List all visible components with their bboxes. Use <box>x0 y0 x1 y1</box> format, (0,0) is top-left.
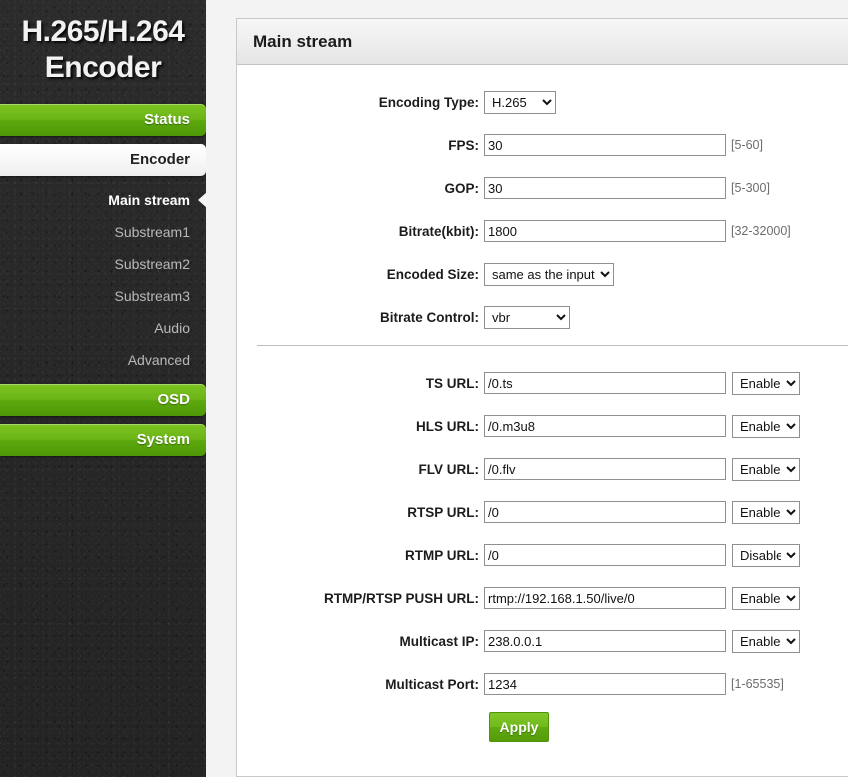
encoded-size-select[interactable]: same as the input <box>484 262 614 286</box>
sidebar-item-main-stream-label: Main stream <box>108 192 190 208</box>
flv-url-state-select[interactable]: Enable <box>732 457 800 481</box>
sidebar-item-audio-label: Audio <box>154 320 190 336</box>
encoder-config-page: H.265/H.264 Encoder Status Encoder Main … <box>0 0 848 777</box>
sidebar-item-osd[interactable]: OSD <box>0 384 206 416</box>
ts-url-label: TS URL: <box>425 375 479 391</box>
bitrate-hint: [32-32000] <box>731 224 791 238</box>
sidebar-item-encoder-label: Encoder <box>129 151 190 168</box>
apply-spacer <box>237 712 489 742</box>
flv-url-label: FLV URL: <box>418 461 480 477</box>
sidebar-item-substream2-label: Substream2 <box>114 256 190 272</box>
push-url-input[interactable] <box>484 587 726 609</box>
sidebar: H.265/H.264 Encoder Status Encoder Main … <box>0 0 206 777</box>
brand-line-2: Encoder <box>44 51 162 84</box>
multicast-ip-label: Multicast IP: <box>399 633 479 649</box>
multicast-port-input[interactable] <box>484 673 726 695</box>
gop-label: GOP: <box>444 180 479 196</box>
field-row-rtsp-url: RTSP URL: Enable <box>237 497 848 527</box>
bitrate-control-select[interactable]: vbr <box>484 305 570 329</box>
bitrate-label: Bitrate(kbit): <box>398 223 479 239</box>
hls-url-state-select[interactable]: Enable <box>732 414 800 438</box>
fps-label: FPS: <box>448 137 479 153</box>
ts-url-state-select[interactable]: Enable <box>732 371 800 395</box>
sidebar-item-status[interactable]: Status <box>0 104 206 136</box>
field-row-encoding-type: Encoding Type: H.265 <box>237 87 848 117</box>
field-row-gop: GOP: [5-300] <box>237 173 848 203</box>
fps-hint: [5-60] <box>731 138 763 152</box>
encoded-size-label: Encoded Size: <box>386 266 479 282</box>
brand-logo: H.265/H.264 Encoder <box>0 0 206 104</box>
section-divider <box>257 345 848 346</box>
push-url-label: RTMP/RTSP PUSH URL: <box>323 590 479 606</box>
field-row-multicast-ip: Multicast IP: Enable <box>237 626 848 656</box>
sidebar-item-substream1-label: Substream1 <box>114 224 190 240</box>
sidebar-item-system-label: System <box>136 431 190 448</box>
hls-url-label: HLS URL: <box>416 418 479 434</box>
main-panel: Main stream Encoding Type: H.265 FPS: [5… <box>236 18 848 777</box>
rtmp-url-state-select[interactable]: Disable <box>732 543 800 567</box>
encoding-type-select[interactable]: H.265 <box>484 90 556 114</box>
field-row-fps: FPS: [5-60] <box>237 130 848 160</box>
multicast-port-label: Multicast Port: <box>385 676 479 692</box>
apply-button[interactable]: Apply <box>489 712 549 742</box>
sidebar-item-main-stream[interactable]: Main stream <box>0 184 206 216</box>
field-row-push-url: RTMP/RTSP PUSH URL: Enable <box>237 583 848 613</box>
rtsp-url-label: RTSP URL: <box>407 504 479 520</box>
rtsp-url-input[interactable] <box>484 501 726 523</box>
field-row-multicast-port: Multicast Port: [1-65535] <box>237 669 848 699</box>
selected-arrow-icon <box>198 192 206 208</box>
gop-hint: [5-300] <box>731 181 770 195</box>
push-url-state-select[interactable]: Enable <box>732 586 800 610</box>
field-row-encoded-size: Encoded Size: same as the input <box>237 259 848 289</box>
multicast-ip-state-select[interactable]: Enable <box>732 629 800 653</box>
rtsp-url-state-select[interactable]: Enable <box>732 500 800 524</box>
sidebar-item-substream2[interactable]: Substream2 <box>0 248 206 280</box>
page-title: Main stream <box>237 19 848 65</box>
ts-url-input[interactable] <box>484 372 726 394</box>
sidebar-item-substream3[interactable]: Substream3 <box>0 280 206 312</box>
field-row-bitrate-control: Bitrate Control: vbr <box>237 302 848 332</box>
fps-input[interactable] <box>484 134 726 156</box>
flv-url-input[interactable] <box>484 458 726 480</box>
multicast-ip-input[interactable] <box>484 630 726 652</box>
gop-input[interactable] <box>484 177 726 199</box>
encoding-type-label: Encoding Type: <box>378 94 479 110</box>
apply-row: Apply <box>237 712 848 742</box>
bitrate-input[interactable] <box>484 220 726 242</box>
sidebar-item-advanced[interactable]: Advanced <box>0 344 206 376</box>
sidebar-item-osd-label: OSD <box>157 391 190 408</box>
field-row-ts-url: TS URL: Enable <box>237 368 848 398</box>
field-row-bitrate: Bitrate(kbit): [32-32000] <box>237 216 848 246</box>
settings-form: Encoding Type: H.265 FPS: [5-60] GOP: [5… <box>237 65 848 742</box>
brand-line-1: H.265/H.264 <box>21 15 185 48</box>
sidebar-item-advanced-label: Advanced <box>127 352 190 368</box>
field-row-flv-url: FLV URL: Enable <box>237 454 848 484</box>
sidebar-item-status-label: Status <box>144 111 190 128</box>
multicast-port-hint: [1-65535] <box>731 677 784 691</box>
sidebar-item-audio[interactable]: Audio <box>0 312 206 344</box>
sidebar-item-system[interactable]: System <box>0 424 206 456</box>
hls-url-input[interactable] <box>484 415 726 437</box>
sidebar-item-substream3-label: Substream3 <box>114 288 190 304</box>
rtmp-url-label: RTMP URL: <box>405 547 479 563</box>
sidebar-item-encoder[interactable]: Encoder <box>0 144 206 176</box>
field-row-hls-url: HLS URL: Enable <box>237 411 848 441</box>
rtmp-url-input[interactable] <box>484 544 726 566</box>
bitrate-control-label: Bitrate Control: <box>380 309 479 325</box>
sidebar-item-substream1[interactable]: Substream1 <box>0 216 206 248</box>
field-row-rtmp-url: RTMP URL: Disable <box>237 540 848 570</box>
